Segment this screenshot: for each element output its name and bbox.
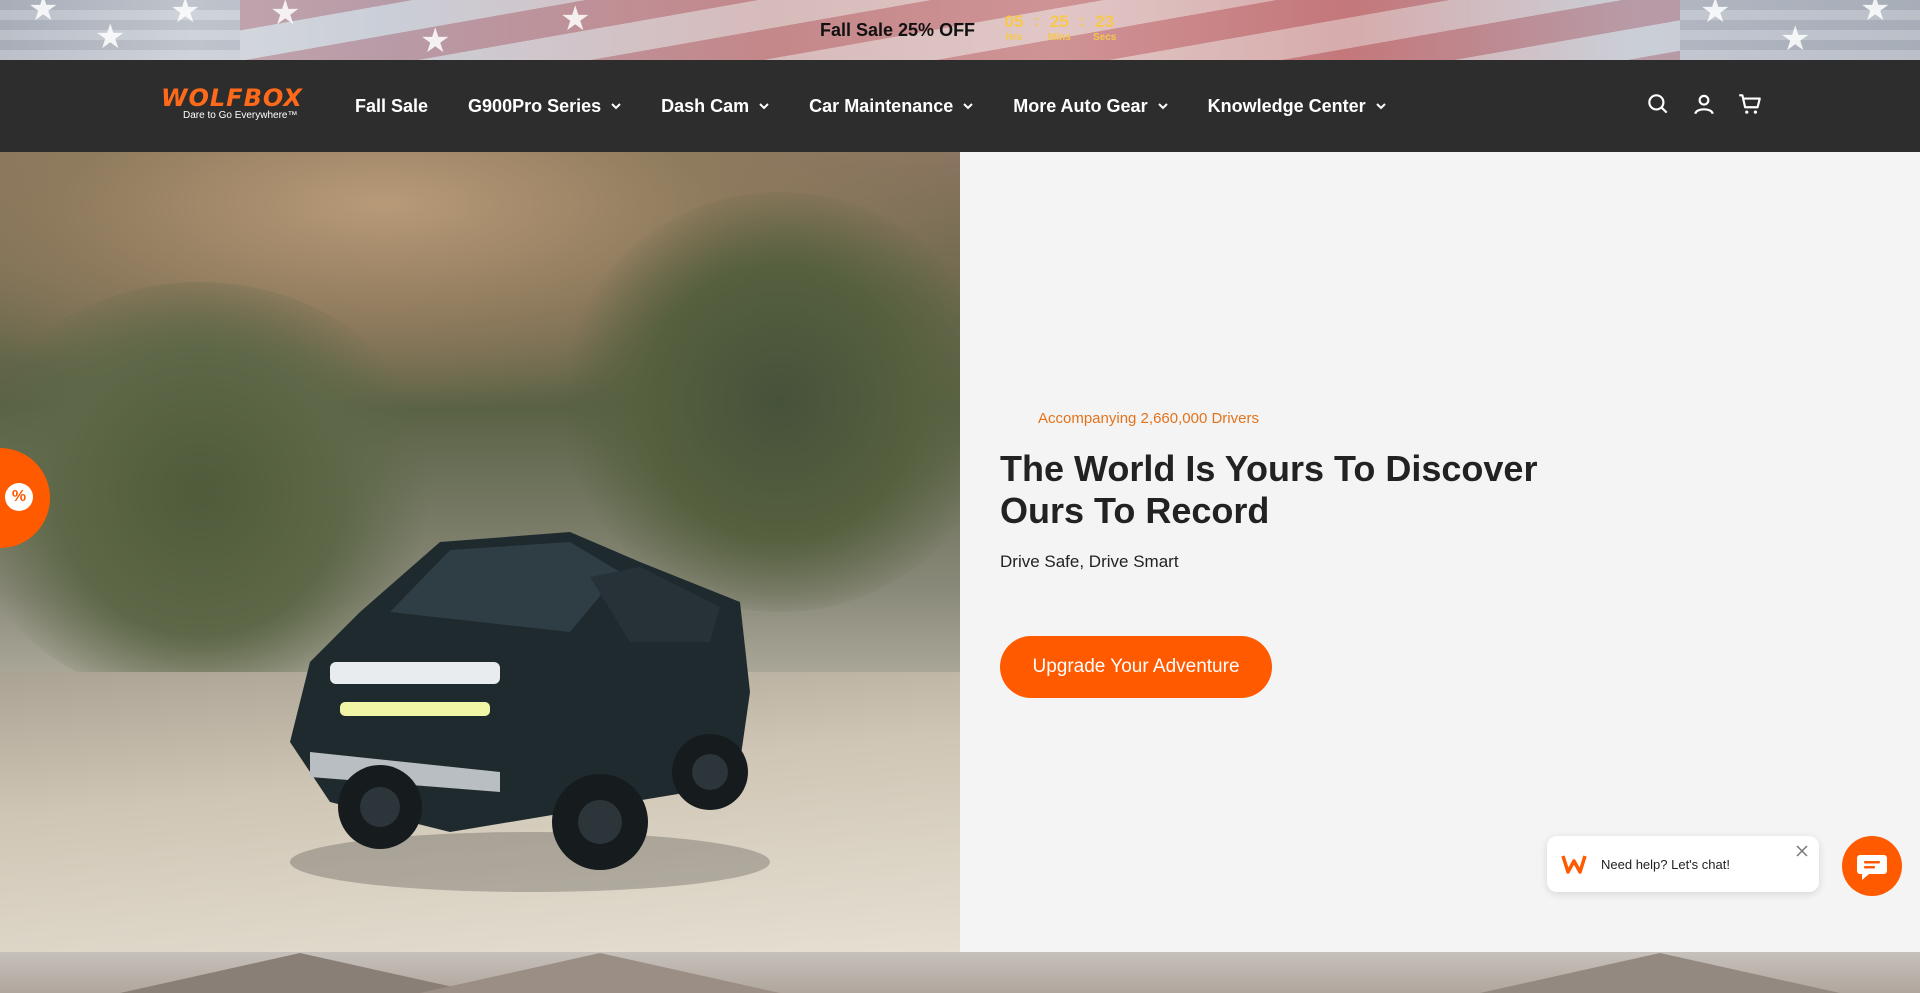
chat-prompt-bubble[interactable]: Need help? Let's chat! — [1547, 836, 1819, 892]
countdown-minutes-value: 25 — [1049, 12, 1069, 31]
chevron-down-icon — [759, 103, 769, 110]
next-section-preview — [0, 952, 1920, 993]
upgrade-adventure-button-label: Upgrade Your Adventure — [1032, 656, 1240, 677]
chat-launcher-button[interactable] — [1842, 836, 1902, 896]
star-decoration: ★ — [28, 0, 59, 28]
chevron-down-icon — [611, 103, 621, 110]
nav-item-label: Dash Cam — [661, 95, 750, 116]
countdown-separator: : — [1079, 13, 1085, 30]
hero-title: The World Is Yours To Discover Ours To R… — [1000, 448, 1537, 532]
account-icon[interactable] — [1691, 91, 1717, 117]
wolfbox-chat-logo-icon — [1561, 855, 1587, 874]
nav-item-dash-cam[interactable]: Dash Cam — [661, 96, 769, 117]
star-decoration: ★ — [170, 0, 201, 30]
wolfbox-logo[interactable]: WOLFBOX Dare to Go Everywhere™ — [161, 86, 317, 126]
star-decoration: ★ — [1700, 0, 1731, 30]
search-icon[interactable] — [1645, 91, 1671, 117]
site-header: WOLFBOX Dare to Go Everywhere™ Fall Sale… — [0, 60, 1920, 152]
percent-icon: % — [5, 483, 33, 511]
star-decoration: ★ — [270, 0, 301, 32]
hero-title-line: The World Is Yours To Discover — [1000, 448, 1538, 489]
logo-tagline: Dare to Go Everywhere™ — [183, 110, 298, 121]
star-decoration: ★ — [1780, 20, 1811, 58]
chevron-down-icon — [1157, 103, 1168, 110]
chevron-down-icon — [1375, 103, 1386, 110]
countdown-hours-value: 05 — [1004, 12, 1024, 31]
close-icon[interactable] — [1795, 844, 1809, 858]
nav-item-label: Knowledge Center — [1207, 95, 1366, 116]
star-decoration: ★ — [560, 0, 591, 38]
countdown-seconds-value: 23 — [1095, 12, 1115, 31]
hero-eyebrow: Accompanying 2,660,000 Drivers — [1038, 410, 1259, 427]
pickup-truck-illustration — [290, 532, 770, 892]
star-decoration: ★ — [1860, 0, 1891, 28]
countdown-seconds-label: Secs — [1092, 32, 1117, 43]
hero-title-line: Ours To Record — [1000, 490, 1270, 531]
logo-wordmark: WOLFBOX — [161, 84, 303, 112]
countdown-separator: : — [1034, 13, 1040, 30]
hero-content: Accompanying 2,660,000 Drivers The World… — [960, 152, 1920, 952]
chat-icon — [1857, 855, 1887, 880]
mountain-silhouette — [420, 953, 780, 993]
chevron-down-icon — [963, 103, 973, 110]
nav-item-label: More Auto Gear — [1013, 95, 1148, 116]
countdown-hours: 05 Hrs — [1000, 12, 1028, 43]
header-actions — [1645, 91, 1763, 117]
countdown-minutes: 25 Mins — [1045, 12, 1073, 43]
announcement-bar: ★ ★ ★ ★ ★ ★ ★ ★ ★ Fall Sale 25% OFF 05 H… — [0, 0, 1920, 60]
countdown-timer: 05 Hrs : 25 Mins : 23 Secs — [1000, 12, 1119, 43]
star-decoration: ★ — [420, 22, 451, 60]
countdown-hours-label: Hrs — [1005, 32, 1023, 43]
hero-subtitle: Drive Safe, Drive Smart — [1000, 552, 1179, 571]
countdown-minutes-label: Mins — [1047, 32, 1071, 43]
main-nav: Fall Sale G900Pro Series Dash Cam Car Ma… — [355, 60, 1426, 152]
nav-item-car-maintenance[interactable]: Car Maintenance — [809, 96, 973, 117]
nav-item-label: Fall Sale — [355, 95, 429, 116]
announcement-text: Fall Sale 25% OFF — [820, 20, 976, 40]
chat-prompt-text: Need help? Let's chat! — [1601, 857, 1730, 872]
nav-item-knowledge-center[interactable]: Knowledge Center — [1208, 96, 1386, 117]
nav-item-fall-sale[interactable]: Fall Sale — [355, 96, 428, 117]
nav-item-g900pro-series[interactable]: G900Pro Series — [468, 96, 621, 117]
nav-item-label: G900Pro Series — [468, 95, 602, 116]
countdown-seconds: 23 Secs — [1091, 12, 1119, 43]
mountain-silhouette — [1480, 953, 1840, 993]
star-decoration: ★ — [95, 18, 126, 56]
upgrade-adventure-button[interactable]: Upgrade Your Adventure — [1000, 636, 1272, 698]
cart-icon[interactable] — [1737, 91, 1763, 117]
nav-item-label: Car Maintenance — [809, 95, 954, 116]
nav-item-more-auto-gear[interactable]: More Auto Gear — [1013, 95, 1168, 117]
hero-image-pickup-truck — [0, 152, 960, 952]
